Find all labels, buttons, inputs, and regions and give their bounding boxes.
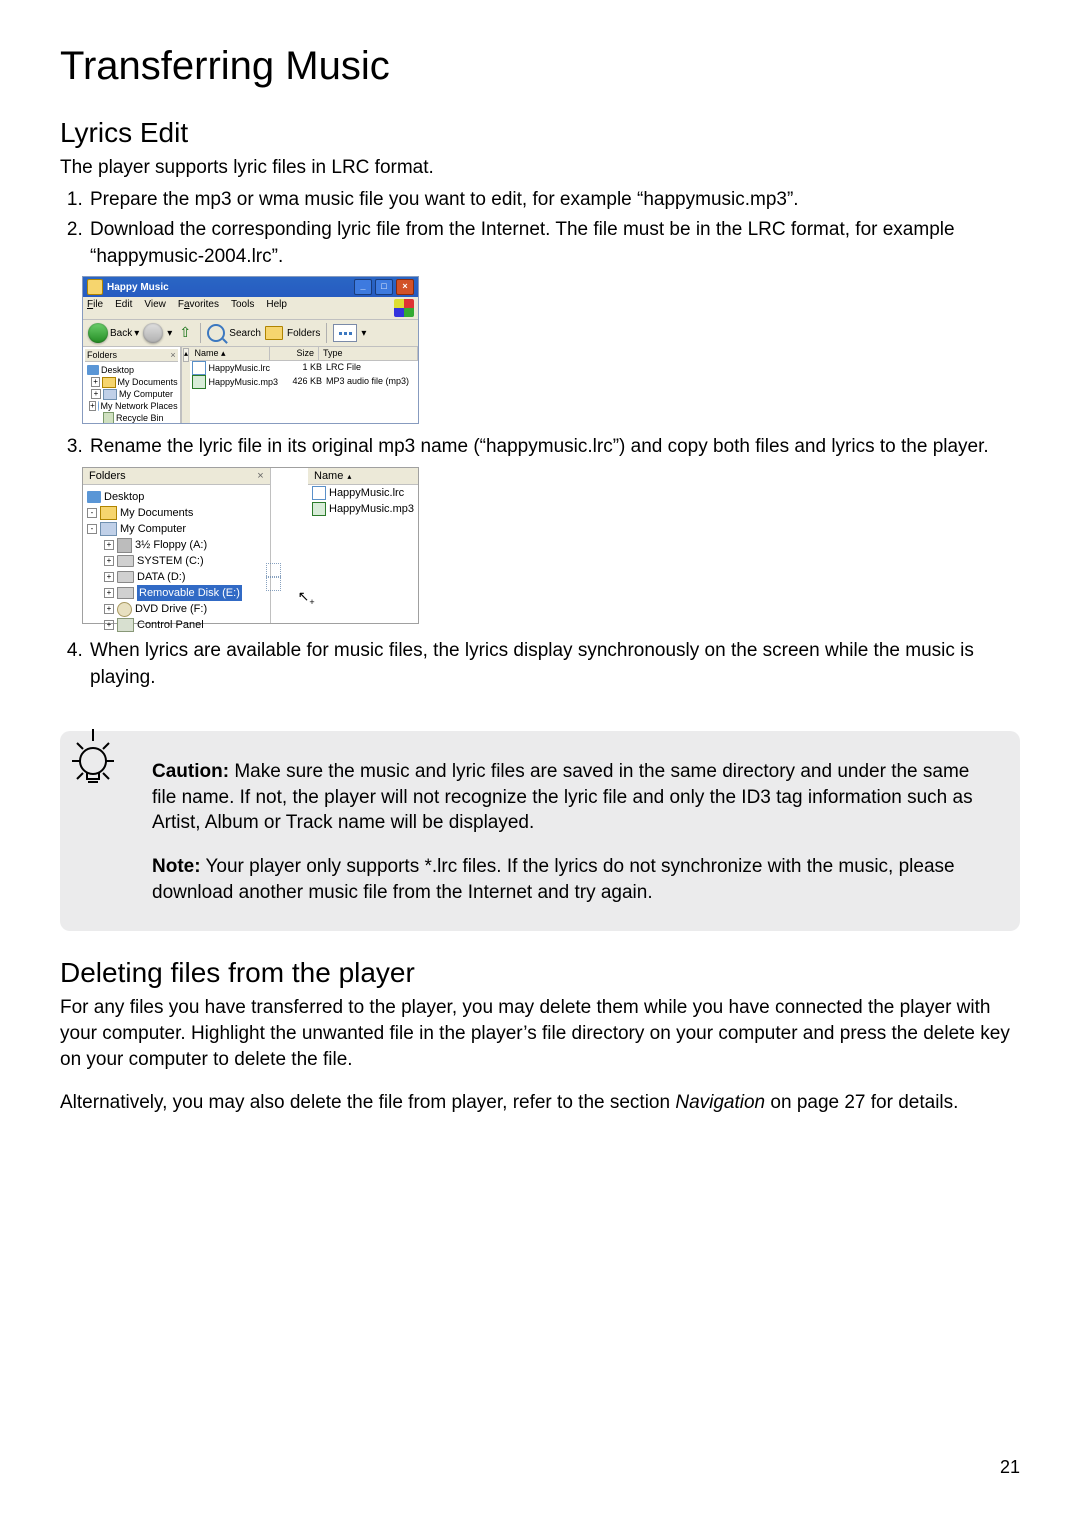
expand-icon[interactable]: +	[89, 401, 96, 411]
back-button[interactable]: Back ▾	[88, 323, 139, 343]
close-pane-icon[interactable]: ×	[170, 350, 175, 360]
tree-my-documents[interactable]: My Documents	[120, 505, 193, 521]
close-pane-icon[interactable]: ×	[257, 470, 263, 482]
toolbar: Back ▾ ▾ ⇧ Search Folders ▾	[83, 320, 418, 347]
screenshot-explorer-2: Folders× Desktop - My Documents - My Compu…	[82, 467, 419, 624]
tree-my-computer[interactable]: My Computer	[119, 388, 173, 400]
window-title: Happy Music	[107, 282, 169, 293]
mp3-file-icon	[192, 375, 206, 389]
section-deleting-heading: Deleting files from the player	[60, 957, 1020, 989]
menu-bar: File Edit View Favorites Tools Help	[83, 297, 418, 320]
removable-disk-icon	[117, 587, 134, 599]
tree-dvd-f[interactable]: DVD Drive (F:)	[135, 601, 207, 617]
tree-my-computer[interactable]: My Computer	[120, 521, 186, 537]
page-number: 21	[1000, 1457, 1020, 1478]
folder-tree: Desktop - My Documents - My Computer +3½ F…	[83, 485, 270, 633]
windows-logo-icon	[394, 299, 414, 317]
up-button[interactable]: ⇧	[176, 324, 194, 342]
search-icon[interactable]	[207, 324, 225, 342]
collapse-icon[interactable]: -	[87, 508, 97, 518]
lyrics-intro: The player supports lyric files in LRC f…	[60, 155, 1020, 181]
forward-button[interactable]	[143, 323, 163, 343]
tree-my-documents[interactable]: My Documents	[118, 376, 178, 388]
tree-network[interactable]: My Network Places	[101, 400, 178, 412]
drag-ghost-area: ↖+	[271, 468, 308, 623]
lrc-file-icon	[312, 486, 326, 500]
lightbulb-icon	[62, 719, 124, 797]
collapse-icon[interactable]: -	[87, 524, 97, 534]
lrc-file-icon	[192, 361, 206, 375]
folder-icon	[100, 506, 117, 520]
folders-pane-header: Folders×	[83, 468, 270, 485]
folders-button-icon[interactable]	[265, 326, 283, 340]
menu-view[interactable]: View	[144, 299, 166, 317]
section-lyrics-edit-heading: Lyrics Edit	[60, 117, 1020, 149]
column-headers: Name ▴ Size Type	[190, 347, 418, 361]
note-text: Note: Your player only supports *.lrc fi…	[152, 854, 994, 905]
expand-icon[interactable]: +	[104, 572, 114, 582]
network-icon	[98, 401, 99, 411]
hdd-icon	[117, 571, 134, 583]
menu-edit[interactable]: Edit	[115, 299, 132, 317]
tree-recycle-bin[interactable]: Recycle Bin	[116, 412, 164, 423]
tree-system-c[interactable]: SYSTEM (C:)	[137, 553, 204, 569]
menu-favorites[interactable]: Favorites	[178, 299, 219, 317]
expand-icon[interactable]: +	[91, 389, 101, 399]
window-title-bar: Happy Music _ □ ×	[83, 277, 418, 297]
step-3: Rename the lyric file in its original mp…	[88, 434, 1020, 461]
folder-tree: Desktop +My Documents +My Computer +My N…	[85, 362, 178, 423]
recycle-bin-icon	[103, 412, 114, 423]
deleting-p1: For any files you have transferred to th…	[60, 995, 1020, 1072]
dvd-icon	[117, 602, 132, 617]
desktop-icon	[87, 491, 101, 503]
computer-icon	[100, 522, 117, 536]
step-1: Prepare the mp3 or wma music file you wa…	[88, 187, 1020, 214]
expand-icon[interactable]: +	[104, 604, 114, 614]
file-row[interactable]: HappyMusic.mp3 426 KB MP3 audio file (mp…	[190, 375, 418, 389]
tree-desktop[interactable]: Desktop	[101, 364, 134, 376]
views-button[interactable]	[333, 324, 357, 342]
screenshot-explorer-1: Happy Music _ □ × File Edit View Favorit…	[82, 276, 419, 424]
control-panel-icon	[117, 618, 134, 632]
tree-floppy[interactable]: 3½ Floppy (A:)	[135, 537, 207, 553]
folders-pane-header: Folders×	[85, 349, 178, 362]
scrollbar[interactable]: ▴	[181, 347, 191, 423]
maximize-button[interactable]: □	[375, 279, 393, 295]
computer-icon	[103, 389, 117, 400]
file-row[interactable]: HappyMusic.lrc	[308, 485, 418, 501]
menu-help[interactable]: Help	[266, 299, 287, 317]
tree-desktop[interactable]: Desktop	[104, 489, 144, 505]
cursor-icon: ↖+	[298, 588, 315, 607]
expand-icon[interactable]: +	[104, 588, 114, 598]
file-row[interactable]: HappyMusic.mp3	[308, 501, 418, 517]
file-row[interactable]: HappyMusic.lrc 1 KB LRC File	[190, 361, 418, 375]
tree-data-d[interactable]: DATA (D:)	[137, 569, 185, 585]
desktop-icon	[87, 365, 99, 375]
column-headers: Name ▴	[308, 468, 418, 485]
menu-file[interactable]: File	[87, 299, 103, 317]
folder-icon	[87, 279, 103, 295]
folders-button-label[interactable]: Folders	[287, 328, 320, 339]
expand-icon[interactable]: +	[104, 540, 114, 550]
folder-icon	[102, 377, 115, 388]
expand-icon[interactable]: +	[104, 556, 114, 566]
caution-text: Caution: Make sure the music and lyric f…	[152, 759, 994, 836]
expand-icon[interactable]: +	[91, 377, 100, 387]
tree-removable-e[interactable]: Removable Disk (E:)	[137, 585, 242, 601]
menu-tools[interactable]: Tools	[231, 299, 254, 317]
step-4: When lyrics are available for music file…	[88, 638, 1020, 691]
search-label[interactable]: Search	[229, 328, 261, 339]
hdd-icon	[117, 555, 134, 567]
caution-note-box: Caution: Make sure the music and lyric f…	[60, 731, 1020, 931]
floppy-icon	[117, 538, 132, 553]
minimize-button[interactable]: _	[354, 279, 372, 295]
close-button[interactable]: ×	[396, 279, 414, 295]
mp3-file-icon	[312, 502, 326, 516]
step-2: Download the corresponding lyric file fr…	[88, 217, 1020, 270]
tree-control-panel[interactable]: Control Panel	[137, 617, 204, 633]
deleting-p2: Alternatively, you may also delete the f…	[60, 1090, 1020, 1116]
page-title: Transferring Music	[60, 44, 1020, 89]
expand-icon[interactable]: +	[104, 620, 114, 630]
